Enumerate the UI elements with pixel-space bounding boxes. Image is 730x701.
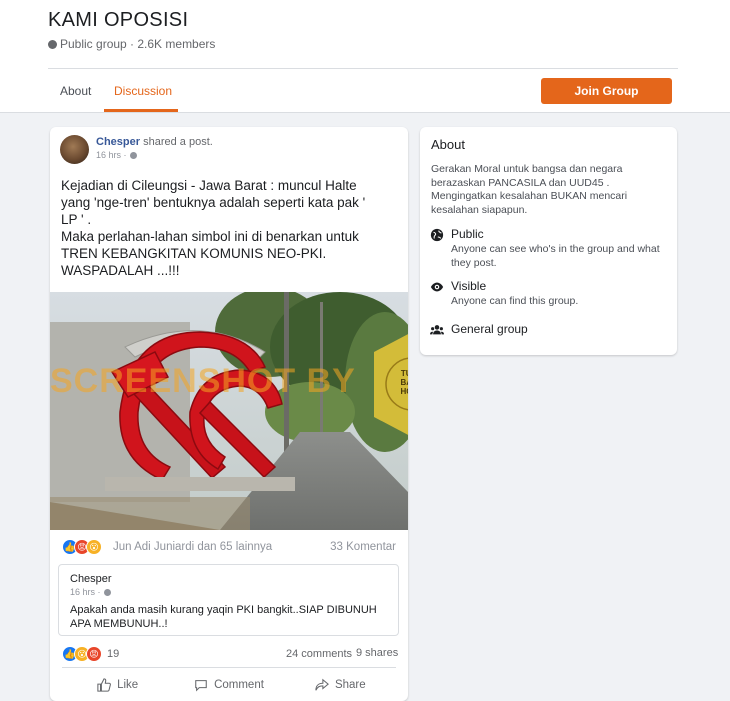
post-timestamp[interactable]: 16 hrs · — [96, 150, 127, 160]
share-count[interactable]: 9 shares — [356, 647, 398, 659]
wow-reaction-icon: 😮 — [86, 539, 102, 555]
about-heading: About — [431, 137, 465, 152]
tab-discussion[interactable]: Discussion — [114, 84, 172, 98]
header-divider — [48, 68, 678, 69]
post-author-line: Chesper shared a post. — [96, 136, 213, 148]
share-label: Share — [334, 678, 366, 691]
people-icon — [430, 325, 444, 335]
svg-text:BACK: BACK — [400, 378, 408, 387]
post-text-line: Kejadian di Cileungsi - Jawa Barat : mun… — [61, 178, 357, 193]
shared-post-author[interactable]: Chesper — [70, 573, 112, 585]
shared-post-time: 16 hrs · — [70, 587, 111, 597]
angry-reaction-icon: 😡 — [86, 646, 102, 662]
about-item-title: Public — [451, 227, 484, 241]
shared-post-box[interactable]: Chesper 16 hrs · Apakah anda masih kuran… — [58, 564, 399, 636]
like-button[interactable]: Like — [62, 668, 173, 701]
comment-button[interactable]: Comment — [173, 668, 284, 701]
like-label: Like — [117, 678, 139, 691]
group-meta-text: Public group · 2.6K members — [60, 37, 216, 51]
globe-icon — [103, 588, 111, 596]
share-icon — [315, 678, 329, 690]
group-title: KAMI OPOSISI — [48, 9, 189, 31]
comment-label: Comment — [214, 678, 264, 691]
globe-icon — [430, 228, 444, 242]
post-text: Kejadian di Cileungsi - Jawa Barat : mun… — [61, 177, 401, 279]
post-action-text: shared a post. — [143, 136, 213, 148]
shared-post-timestamp[interactable]: 16 hrs · — [70, 587, 101, 597]
post-time: 16 hrs · — [96, 150, 137, 160]
about-item-subtitle: Anyone can see who's in the group and wh… — [451, 243, 660, 269]
reactions-row: 👍 😡 😮 Jun Adi Juniardi dan 65 lainnya 33… — [50, 534, 408, 560]
eye-icon — [430, 282, 444, 292]
about-item-title: Visible — [451, 279, 487, 293]
author-avatar[interactable] — [60, 135, 89, 164]
post-text-line: Maka perlahan-lahan simbol ini di benark… — [61, 229, 359, 244]
post-author[interactable]: Chesper — [96, 136, 140, 148]
active-tab-indicator — [104, 109, 178, 112]
about-item-subtitle: Anyone can find this group. — [451, 295, 579, 307]
join-group-button[interactable]: Join Group — [541, 78, 672, 104]
group-meta: Public group · 2.6K members — [48, 37, 215, 51]
reactors-text[interactable]: Jun Adi Juniardi dan 65 lainnya — [113, 541, 272, 553]
globe-icon — [48, 39, 57, 49]
about-card: About Gerakan Moral untuk bangsa dan neg… — [420, 127, 677, 355]
share-button[interactable]: Share — [285, 668, 396, 701]
reaction-summary-icons[interactable]: 👍 😮 😡 — [62, 646, 102, 662]
post-text-line: yang 'nge-tren' bentuknya adalah seperti… — [61, 195, 366, 210]
thumbs-up-icon — [97, 677, 112, 692]
engagement-counts: 👍 😮 😡 19 24 comments 9 shares — [50, 642, 408, 664]
svg-text:TURN: TURN — [401, 369, 408, 378]
tab-about[interactable]: About — [60, 84, 91, 98]
about-description: Gerakan Moral untuk bangsa dan negara be… — [431, 163, 628, 216]
post-card: Chesper shared a post. 16 hrs · Kejadian… — [50, 127, 408, 701]
screenshot-watermark: SCREENSHOT BY — [50, 362, 356, 400]
reaction-count[interactable]: 19 — [107, 648, 119, 660]
bus-stop-photo: SCREENSHOT BY TURN BACK HOAX — [50, 292, 408, 530]
reaction-icons[interactable]: 👍 😡 😮 — [62, 539, 102, 555]
shared-post-text: Apakah anda masih kurang yaqin PKI bangk… — [70, 604, 377, 630]
globe-icon — [129, 151, 137, 159]
about-item-title: General group — [451, 322, 528, 336]
group-header: KAMI OPOSISI Public group · 2.6K members… — [0, 0, 730, 113]
post-action-bar: Like Comment Share — [62, 667, 396, 701]
comment-icon — [195, 679, 207, 692]
post-text-line: LP ' . — [61, 212, 92, 227]
comment-count[interactable]: 24 comments — [286, 648, 352, 660]
post-text-line: TREN KEBANGKITAN KOMUNIS NEO-PKI. — [61, 246, 327, 261]
svg-text:HOAX: HOAX — [400, 387, 408, 396]
post-image[interactable]: SCREENSHOT BY TURN BACK HOAX — [50, 292, 408, 530]
comments-count-link[interactable]: 33 Komentar — [330, 541, 396, 553]
post-text-line: WASPADALAH ...!!! — [61, 263, 180, 278]
